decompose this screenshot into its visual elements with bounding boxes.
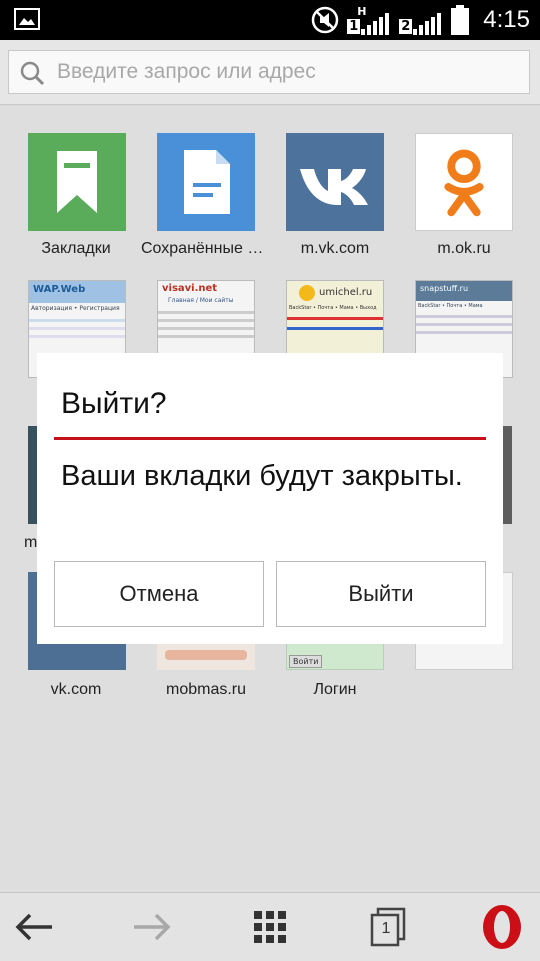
thumb-site-name: snapstuff.ru: [420, 284, 469, 293]
sun-logo-icon: [299, 285, 315, 301]
speed-dial-vk[interactable]: [286, 133, 384, 231]
address-bar-container: [0, 40, 540, 105]
thumb-login-button: Войти: [289, 655, 323, 668]
dialog-divider: [54, 437, 486, 440]
bottom-toolbar: 1: [0, 892, 540, 961]
bookmark-icon: [57, 151, 97, 213]
speed-dial-saved-pages[interactable]: [157, 133, 255, 231]
signal-sim2-icon: 2: [399, 5, 443, 35]
document-icon: [184, 150, 230, 214]
sim2-label: 2: [399, 19, 413, 34]
address-bar[interactable]: [8, 50, 530, 94]
thumb-site-name: visavi.net: [162, 283, 218, 294]
tabs-icon[interactable]: 1: [370, 907, 410, 947]
exit-dialog: Выйти? Ваши вкладки будут закрыты. Отмен…: [37, 353, 503, 644]
vk-logo-icon: [300, 169, 368, 205]
dialog-title: Выйти?: [61, 387, 167, 420]
speed-dial-login-label: Логин: [313, 681, 357, 698]
cancel-button[interactable]: Отмена: [54, 561, 264, 627]
address-input[interactable]: [57, 55, 517, 89]
status-bar: H 1 2 4:15: [0, 0, 540, 40]
signal-sim1-icon: H 1: [347, 5, 391, 35]
speed-dial-mobmas-label: mobmas.ru: [165, 681, 247, 698]
speed-dial-row3-label: m: [24, 534, 38, 551]
speed-dial-bookmarks-label: Закладки: [41, 240, 111, 257]
speed-dial-ok-label: m.ok.ru: [437, 240, 491, 257]
search-icon: [20, 61, 45, 86]
speed-dial-bookmarks[interactable]: [28, 133, 126, 231]
back-arrow-icon[interactable]: [14, 911, 54, 943]
ok-logo-icon: [444, 149, 484, 217]
speed-dial-vk-com-label: vk.com: [50, 681, 102, 698]
speed-dial-ok[interactable]: [415, 133, 513, 231]
thumb-menu: BackStar • Почта • Мама • Выход: [289, 305, 377, 311]
sim1-label: 1: [347, 19, 361, 34]
thumb-menu: BackStar • Почта • Мама: [418, 303, 483, 309]
thumb-site-name: WAP.Web: [33, 284, 86, 295]
thumb-site-name: umichel.ru: [319, 287, 373, 298]
battery-icon: [451, 5, 470, 35]
thumb-menu: Главная / Мои сайты: [168, 297, 234, 304]
tabs-count: 1: [381, 920, 391, 937]
thumb-menu: Авторизация • Регистрация: [31, 305, 120, 312]
mute-icon: [312, 6, 339, 34]
forward-arrow-icon[interactable]: [132, 911, 172, 943]
clock: 4:15: [483, 6, 530, 33]
image-notification-icon: [14, 8, 40, 30]
exit-button[interactable]: Выйти: [276, 561, 486, 627]
opera-menu-icon[interactable]: [480, 903, 524, 951]
dialog-message: Ваши вкладки будут закрыты.: [61, 460, 463, 492]
speed-dial-grid-icon[interactable]: [252, 909, 288, 945]
speed-dial-saved-pages-label: Сохранённые страницы: [141, 240, 271, 257]
speed-dial-vk-label: m.vk.com: [300, 240, 370, 257]
